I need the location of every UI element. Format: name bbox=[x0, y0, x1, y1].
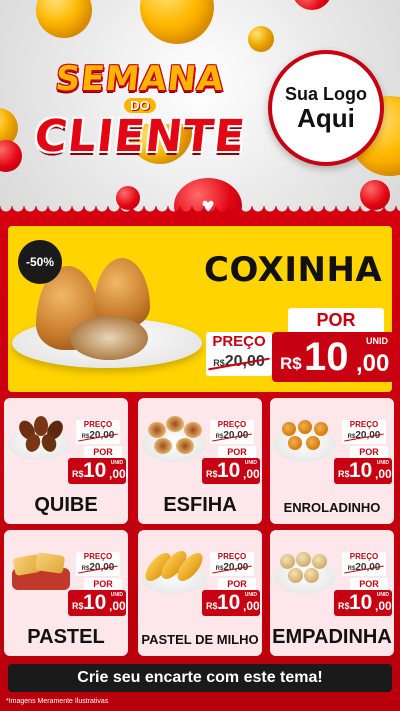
product-card-pastel[interactable]: PREÇO R$20,00 POR R$10,00UNID PASTEL bbox=[4, 530, 128, 656]
new-price-tag: R$ 10,00 UNID bbox=[68, 458, 126, 484]
featured-product-name: COXINHA bbox=[204, 250, 383, 290]
coxinha-filling-image bbox=[70, 316, 148, 360]
quibe-image bbox=[8, 410, 72, 466]
product-name: EMPADINHA bbox=[272, 626, 392, 648]
disclaimer-text: *Imagens Meramente Ilustrativas bbox=[6, 698, 109, 705]
new-price-label: POR bbox=[350, 446, 388, 458]
product-card-enroladinho[interactable]: PREÇO R$20,00 POR R$10,00UNID ENROLADINH… bbox=[270, 398, 394, 524]
product-name: ESFIHA bbox=[163, 494, 237, 516]
old-price-tag: PREÇO R$20,00 bbox=[76, 420, 120, 444]
logo-text-line-1: Sua Logo bbox=[285, 84, 367, 104]
product-card-esfiha[interactable]: PREÇO R$20,00 POR R$10,00UNID ESFIHA bbox=[138, 398, 262, 524]
new-price-label: POR bbox=[288, 308, 384, 332]
title-line-1: SEMANA bbox=[53, 59, 227, 99]
product-name: ENROLADINHO bbox=[283, 500, 381, 515]
emoji-decoration-icon bbox=[248, 26, 274, 52]
create-flyer-button[interactable]: Crie seu encarte com este tema! bbox=[8, 664, 392, 692]
old-price-tag: PREÇO R$20,00 bbox=[342, 552, 386, 576]
new-price-tag: R$ 10,00 UNID bbox=[202, 590, 260, 616]
new-price-tag: R$ 10,00 UNID bbox=[334, 458, 392, 484]
new-price-tag: R$ 10,00 UNID bbox=[334, 590, 392, 616]
logo-text-line-2: Aqui bbox=[297, 103, 355, 133]
pastel-de-milho-image bbox=[140, 542, 208, 598]
price-decimal: ,00 bbox=[356, 350, 390, 377]
emoji-decoration-icon bbox=[36, 0, 92, 38]
product-card-quibe[interactable]: PREÇO R$20,00 POR R$10,00UNID QUIBE bbox=[4, 398, 128, 524]
old-price-value: R$20,00 bbox=[206, 352, 272, 373]
esfiha-image bbox=[142, 410, 206, 466]
emoji-decoration-icon bbox=[140, 0, 214, 44]
new-price-label: POR bbox=[84, 578, 122, 590]
old-price-tag: PREÇO R$20,00 bbox=[342, 420, 386, 444]
product-name: QUIBE bbox=[34, 494, 98, 516]
product-name: PASTEL DE MILHO bbox=[141, 632, 259, 647]
product-name: PASTEL bbox=[27, 626, 105, 648]
heart-bubble-icon bbox=[292, 0, 332, 10]
old-price-tag: PREÇO R$20,00 bbox=[210, 420, 254, 444]
campaign-title: SEMANA DO CLIENTE bbox=[20, 59, 260, 162]
empadinha-image bbox=[274, 542, 338, 598]
new-price-label: POR bbox=[218, 446, 256, 458]
new-price-label: POR bbox=[84, 446, 122, 458]
old-price-label: PREÇO bbox=[212, 333, 266, 350]
old-price-tag: PREÇO R$20,00 bbox=[210, 552, 254, 576]
new-price-tag: R$ 10,00 UNID bbox=[202, 458, 260, 484]
product-card-pastel-de-milho[interactable]: PREÇO R$20,00 POR R$10,00UNID PASTEL DE … bbox=[138, 530, 262, 656]
price-currency: R$ bbox=[280, 354, 302, 373]
header-banner: ♥ SEMANA DO CLIENTE Sua Logo Aqui bbox=[0, 0, 400, 214]
new-price-label: POR bbox=[218, 578, 256, 590]
pastel-image bbox=[8, 542, 72, 598]
logo-placeholder[interactable]: Sua Logo Aqui bbox=[268, 50, 384, 166]
price-unit: UNID bbox=[366, 336, 388, 346]
new-price-label: POR bbox=[350, 578, 388, 590]
product-card-empadinha[interactable]: PREÇO R$20,00 POR R$10,00UNID EMPADINHA bbox=[270, 530, 394, 656]
flyer-page: ♥ SEMANA DO CLIENTE Sua Logo Aqui -50% C… bbox=[0, 0, 400, 711]
title-line-2: CLIENTE bbox=[32, 111, 249, 162]
price-integer: 10 bbox=[304, 335, 349, 379]
old-price-tag: PREÇO R$20,00 bbox=[206, 332, 272, 376]
scallop-border bbox=[0, 206, 400, 218]
new-price-tag: R$ 10 ,00 UNID bbox=[272, 332, 392, 382]
discount-badge: -50% bbox=[18, 240, 62, 284]
old-price-tag: PREÇO R$20,00 bbox=[76, 552, 120, 576]
new-price-tag: R$ 10,00 UNID bbox=[68, 590, 126, 616]
featured-offer-card[interactable]: -50% COXINHA PREÇO R$20,00 POR R$ 10 ,00… bbox=[8, 226, 392, 392]
enroladinho-image bbox=[274, 410, 338, 466]
